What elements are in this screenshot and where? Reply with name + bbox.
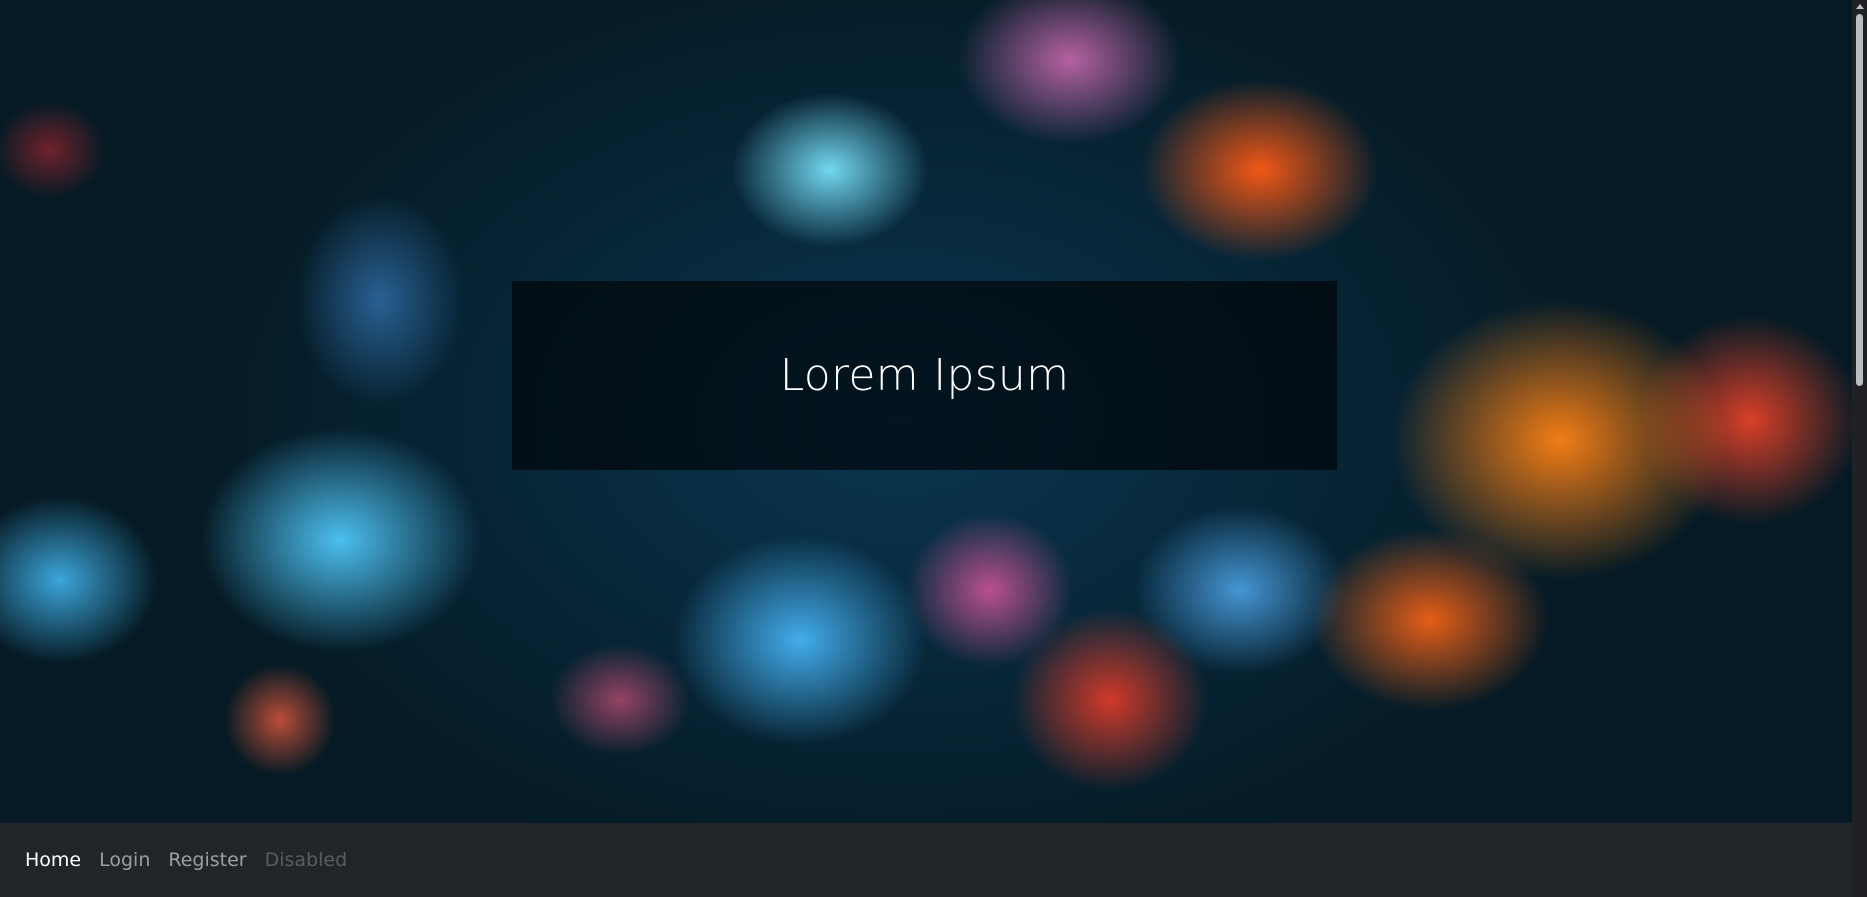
hero-title-overlay: Lorem Ipsum xyxy=(512,281,1337,470)
scrollbar-thumb[interactable] xyxy=(1856,14,1863,386)
scroll-up-arrow-icon[interactable] xyxy=(1852,0,1867,12)
bottom-navbar: Home Login Register Disabled xyxy=(0,823,1852,897)
vertical-scrollbar[interactable] xyxy=(1852,0,1867,897)
hero-background-image: Lorem Ipsum xyxy=(0,0,1852,823)
nav-link-register[interactable]: Register xyxy=(159,849,255,871)
hero-title: Lorem Ipsum xyxy=(779,350,1070,401)
nav-link-home[interactable]: Home xyxy=(16,849,90,871)
nav-link-login[interactable]: Login xyxy=(90,849,159,871)
nav-link-disabled: Disabled xyxy=(264,849,348,871)
